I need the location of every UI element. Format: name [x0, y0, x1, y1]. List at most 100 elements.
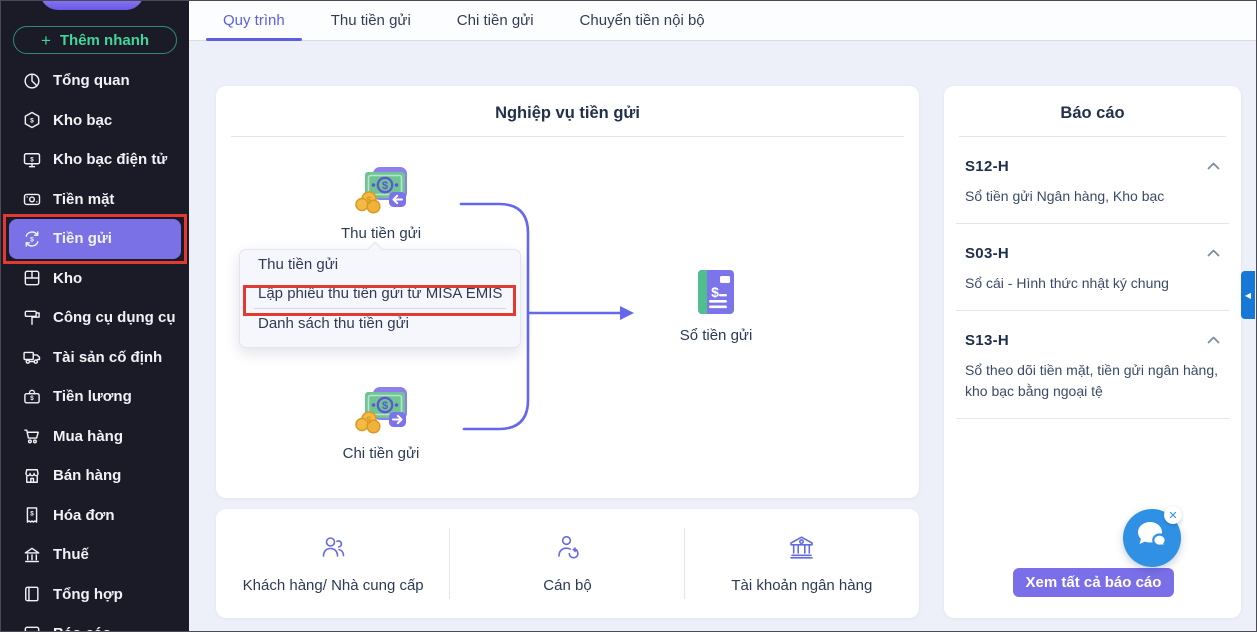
svg-text:$: $	[366, 415, 371, 425]
report-item-s12-h: S12-H Sổ tiền gửi Ngân hàng, Kho bạc	[944, 137, 1241, 223]
sidebar-item-label: Kho bạc điện tử	[53, 151, 168, 169]
svg-text:$: $	[366, 195, 371, 205]
svg-text:$: $	[382, 400, 388, 412]
chevron-up-icon[interactable]	[1207, 244, 1220, 262]
sidebar-item-sales[interactable]: Bán hàng	[1, 456, 189, 496]
tabs: Quy trình Thu tiền gửi Chi tiền gửi Chuyển …	[206, 1, 722, 41]
report-description: Sổ cái - Hình thức nhật ký chung	[965, 275, 1169, 291]
chat-bubbles-icon	[1134, 520, 1170, 556]
app-window: + Thêm nhanh Tổng quan $ Kho bạc $ Kho bạc đ…	[0, 0, 1257, 632]
sidebar-item-label: Kho	[53, 269, 83, 287]
node-label: Thu tiền gửi	[340, 225, 422, 242]
quick-add-label: Thêm nhanh	[59, 31, 150, 49]
cash-icon	[22, 189, 42, 209]
sidebar-item-deposit[interactable]: $ Tiền gửi	[3, 214, 187, 264]
svg-text:$: $	[30, 156, 34, 163]
popup-menu-item[interactable]: Lập phiếu thu tiền gửi từ MISA EMIS	[240, 279, 520, 308]
node-so-tien-gui[interactable]: $ Sổ tiền gửi	[658, 268, 774, 344]
report-code: S13-H	[965, 331, 1010, 349]
sidebar-item-label: Tiền gửi	[53, 230, 112, 248]
svg-text:$: $	[382, 180, 388, 192]
tax-icon	[22, 545, 42, 565]
sidebar-item-label: Tài sản cố định	[53, 348, 163, 366]
shortcuts: Khách hàng/ Nhà cung cấp Cán bộ Tài khoản …	[216, 509, 919, 618]
tab-quy-trình[interactable]: Quy trình	[206, 1, 302, 41]
sidebar-item-purchase[interactable]: Mua hàng	[1, 417, 189, 457]
node-thu-tien-gui[interactable]: $ $ Thu tiền gửi	[330, 164, 432, 242]
e-treasury-icon: $	[22, 150, 42, 170]
tab-bar: Quy trình Thu tiền gửi Chi tiền gửi Chuyển …	[189, 1, 1256, 41]
chevron-left-icon: ◀	[1244, 290, 1252, 300]
warehouse-icon	[22, 268, 42, 288]
sidebar-item-fixed-assets[interactable]: Tài sản cố định	[1, 338, 189, 378]
node-label: Sổ tiền gửi	[679, 327, 753, 344]
report-description: Sổ tiền gửi Ngân hàng, Kho bạc	[965, 188, 1165, 204]
report-header[interactable]: S03-H	[965, 244, 1220, 262]
sidebar-nav: Tổng quan $ Kho bạc $ Kho bạc điện tử Tiền mặ…	[1, 61, 189, 631]
deposit-workflow-card: Nghiệp vụ tiền gửi $ $ Thu tiền gửi $ $ …	[216, 86, 919, 498]
workflow-diagram: $ $ Thu tiền gửi $ $ Chi tiền gửi $ Sổ t…	[216, 86, 919, 498]
report-icon	[22, 624, 42, 631]
report-item-s13-h: S13-H Sổ theo dõi tiền mặt, tiền gửi ngân…	[944, 311, 1241, 418]
thu-tien-gui-popup-menu: Thu tiền gửi Lập phiếu thu tiền gửi từ MI…	[239, 241, 521, 348]
tools-icon	[22, 308, 42, 328]
node-chi-tien-gui[interactable]: $ $ Chi tiền gửi	[330, 384, 432, 462]
sales-icon	[22, 466, 42, 486]
sidebar-item-general[interactable]: Tổng hợp	[1, 575, 189, 615]
shortcut-bank-account[interactable]: Tài khoản ngân hàng	[685, 509, 919, 618]
svg-text:$: $	[30, 395, 34, 402]
report-code: S12-H	[965, 157, 1010, 175]
sidebar-item-invoice[interactable]: $ Hóa đơn	[1, 496, 189, 536]
popup-menu-item[interactable]: Thu tiền gửi	[240, 250, 520, 279]
chat-close-button[interactable]: ✕	[1164, 506, 1182, 524]
svg-text:$: $	[711, 284, 719, 300]
popup-menu-item[interactable]: Danh sách thu tiền gửi	[240, 309, 520, 338]
divider	[956, 418, 1229, 419]
deposit-icon: $	[22, 229, 42, 249]
svg-text:$: $	[30, 511, 34, 518]
svg-text:$: $	[30, 236, 34, 243]
shortcut-staff[interactable]: Cán bộ	[450, 509, 685, 618]
sidebar-item-label: Mua hàng	[53, 427, 123, 445]
treasury-icon: $	[22, 110, 42, 130]
report-code: S03-H	[965, 244, 1010, 262]
sidebar-item-tax[interactable]: Thuế	[1, 535, 189, 575]
plus-icon: +	[40, 30, 51, 50]
panel-collapse-handle[interactable]: ◀	[1241, 271, 1255, 319]
overview-icon	[22, 71, 42, 91]
sidebar-item-warehouse[interactable]: Kho	[1, 259, 189, 299]
sidebar-item-label: Công cụ dụng cụ	[53, 309, 176, 327]
report-header[interactable]: S13-H	[965, 331, 1220, 349]
shortcut-customers[interactable]: Khách hàng/ Nhà cung cấp	[216, 509, 451, 618]
staff-icon	[553, 533, 582, 566]
purchase-icon	[22, 426, 42, 446]
svg-text:$: $	[30, 118, 34, 125]
customers-icon	[319, 533, 348, 566]
chat-support-button[interactable]: ✕	[1123, 506, 1182, 567]
sidebar-item-overview[interactable]: Tổng quan	[1, 61, 189, 101]
quick-add-button[interactable]: + Thêm nhanh	[13, 26, 177, 54]
report-header[interactable]: S12-H	[965, 157, 1220, 175]
master-data-card: Khách hàng/ Nhà cung cấp Cán bộ Tài khoản …	[216, 509, 919, 618]
tab-thu-tiền-gửi[interactable]: Thu tiền gửi	[314, 1, 428, 40]
sidebar-item-treasury[interactable]: $ Kho bạc	[1, 101, 189, 141]
sidebar-item-e-treasury[interactable]: $ Kho bạc điện tử	[1, 140, 189, 180]
reports-panel: Báo cáo S12-H Sổ tiền gửi Ngân hàng, Kho …	[944, 86, 1241, 618]
app-logo	[40, 1, 144, 10]
sidebar-item-label: Hóa đơn	[53, 506, 115, 524]
sidebar-item-tools[interactable]: Công cụ dụng cụ	[1, 298, 189, 338]
sidebar-item-salary[interactable]: $ Tiền lương	[1, 377, 189, 417]
view-all-reports-button[interactable]: Xem tất cả báo cáo	[1013, 568, 1174, 597]
sidebar-item-cash[interactable]: Tiền mặt	[1, 180, 189, 220]
general-icon	[22, 584, 42, 604]
tab-chuyển-tiền-nội-bộ[interactable]: Chuyển tiền nội bộ	[563, 1, 722, 40]
report-item-s03-h: S03-H Sổ cái - Hình thức nhật ký chung	[944, 224, 1241, 310]
chevron-up-icon[interactable]	[1207, 331, 1220, 349]
bank-account-icon	[787, 533, 816, 566]
sidebar-item-report[interactable]: Báo cáo	[1, 614, 189, 631]
sidebar-item-label: Bán hàng	[53, 467, 122, 485]
sidebar-item-label: Thuế	[53, 546, 89, 564]
chevron-up-icon[interactable]	[1207, 157, 1220, 175]
deposit-book-icon: $	[694, 268, 738, 321]
tab-chi-tiền-gửi[interactable]: Chi tiền gửi	[440, 1, 551, 40]
